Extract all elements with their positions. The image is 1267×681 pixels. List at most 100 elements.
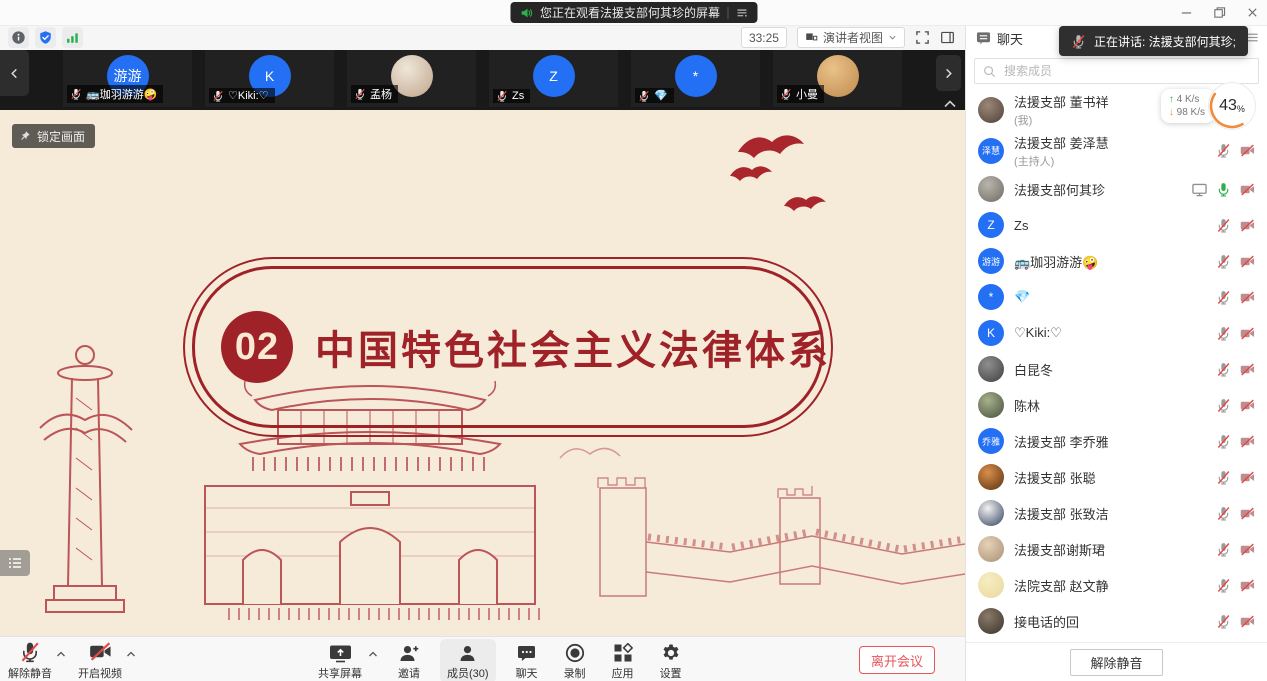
avatar: K — [978, 320, 1004, 346]
window-controls — [1180, 0, 1259, 25]
minimize-button[interactable] — [1180, 6, 1193, 19]
member-name: 🚌珈羽游游🤪 — [1014, 252, 1098, 271]
mic-on-icon — [1216, 182, 1231, 197]
member-status-icons — [1216, 542, 1255, 557]
share-screen-button[interactable]: 共享屏幕 — [318, 641, 362, 681]
invite-button[interactable]: 邀请 — [392, 641, 426, 681]
video-tile[interactable]: K♡Kiki:♡ — [205, 50, 334, 107]
upload-arrow-icon: ↑ — [1169, 94, 1174, 105]
member-row[interactable]: 法援支部何其珍 — [966, 171, 1267, 207]
member-row[interactable]: 泽慧法援支部 姜泽慧(主持人) — [966, 130, 1267, 171]
record-icon — [565, 643, 585, 663]
shared-screen-content: 锁定画面 02 中国特色社会主义法律体系 — [0, 110, 965, 636]
agenda-tab-button[interactable] — [0, 550, 30, 576]
member-row[interactable]: 白昆冬 — [966, 351, 1267, 387]
member-status-icons — [1216, 326, 1255, 341]
mic-off-icon — [496, 90, 508, 102]
member-status-icons — [1216, 434, 1255, 449]
member-row[interactable]: 法援支部 张致洁 — [966, 495, 1267, 531]
fullscreen-button[interactable] — [915, 30, 930, 45]
member-name: 陈林 — [1014, 396, 1040, 415]
member-list: 法援支部 董书祥(我) 泽慧法援支部 姜泽慧(主持人) 法援支部何其珍 ZZs游游🚌珈… — [966, 89, 1267, 643]
meeting-info-button[interactable] — [8, 27, 29, 48]
security-shield-icon[interactable] — [35, 27, 56, 48]
member-row[interactable]: 法援支部 张聪 — [966, 459, 1267, 495]
avatar — [978, 608, 1004, 634]
mic-off-icon — [1216, 434, 1231, 449]
watching-banner-text: 您正在观看法援支部何其珍的屏幕 — [540, 4, 720, 21]
mic-off-icon — [1071, 34, 1086, 49]
member-row[interactable]: *💎 — [966, 279, 1267, 315]
mic-off-icon — [1216, 218, 1231, 233]
member-name: 法援支部 姜泽慧 — [1014, 133, 1109, 152]
video-tile[interactable]: 游游🚌珈羽游游🤪 — [63, 50, 192, 107]
layout-icon — [805, 31, 818, 44]
member-row[interactable]: 法院支部 赵文静 — [966, 567, 1267, 603]
member-row[interactable]: 乔雅法援支部 李乔雅 — [966, 423, 1267, 459]
mic-options-caret[interactable] — [56, 651, 66, 658]
main-region: 33:25 演讲者视图 游游🚌珈羽游游🤪K♡Kiki:♡孟杨ZZs*💎 小曼 锁定… — [0, 25, 965, 681]
control-bar: 解除静音 开启视频 共享屏幕 邀请 — [0, 636, 965, 681]
camera-off-icon — [1240, 326, 1255, 341]
unmute-all-button[interactable]: 解除静音 — [1070, 649, 1162, 676]
member-name: 法援支部何其珍 — [1014, 180, 1105, 199]
member-status-icons — [1216, 614, 1255, 629]
chat-button[interactable]: 聊天 — [510, 641, 544, 681]
video-tile[interactable]: 小曼 — [773, 50, 902, 107]
view-mode-dropdown[interactable]: 演讲者视图 — [797, 27, 905, 48]
member-row[interactable]: 陈林 — [966, 387, 1267, 423]
member-row[interactable]: ZZs — [966, 207, 1267, 243]
meeting-toolbar: 33:25 演讲者视图 — [0, 25, 965, 50]
member-row[interactable]: 法援支部谢斯珺 — [966, 531, 1267, 567]
settings-button[interactable]: 设置 — [654, 641, 688, 681]
banner-menu-icon[interactable] — [735, 6, 748, 19]
mic-off-icon — [1216, 362, 1231, 377]
restore-button[interactable] — [1213, 6, 1226, 19]
share-screen-icon — [329, 644, 352, 663]
members-icon — [458, 644, 477, 663]
member-role: (我) — [1014, 112, 1109, 128]
member-role: (主持人) — [1014, 153, 1109, 169]
unmute-button[interactable]: 解除静音 — [8, 641, 52, 681]
camera-off-icon — [1240, 254, 1255, 269]
video-tile[interactable]: *💎 — [631, 50, 760, 107]
apps-button[interactable]: 应用 — [606, 641, 640, 681]
video-thumbnail-strip: 游游🚌珈羽游游🤪K♡Kiki:♡孟杨ZZs*💎 小曼 — [0, 50, 965, 110]
video-tile[interactable]: ZZs — [489, 50, 618, 107]
avatar — [978, 572, 1004, 598]
members-button[interactable]: 成员(30) — [440, 639, 496, 681]
collapse-strip-button[interactable] — [943, 99, 957, 109]
pin-view-button[interactable]: 锁定画面 — [12, 124, 95, 148]
search-input[interactable] — [1002, 63, 1250, 79]
panel-footer: 解除静音 — [966, 642, 1267, 681]
video-options-caret[interactable] — [126, 651, 136, 658]
member-row[interactable]: K♡Kiki:♡ — [966, 315, 1267, 351]
scroll-right-button[interactable] — [936, 55, 961, 91]
mic-off-icon — [1216, 470, 1231, 485]
share-options-caret[interactable] — [368, 651, 378, 658]
network-signal-icon[interactable] — [62, 27, 83, 48]
member-row[interactable]: 接电话的回 — [966, 603, 1267, 639]
leave-meeting-button[interactable]: 离开会议 — [859, 646, 935, 674]
side-panel-toggle[interactable] — [940, 30, 955, 45]
video-tile[interactable]: 孟杨 — [347, 50, 476, 107]
chat-tab[interactable]: 聊天 — [997, 29, 1023, 48]
pin-icon — [19, 130, 31, 142]
record-button[interactable]: 录制 — [558, 641, 592, 681]
member-name: 法援支部 董书祥 — [1014, 92, 1109, 111]
scroll-left-button[interactable] — [0, 50, 29, 96]
member-row[interactable]: 游游🚌珈羽游游🤪 — [966, 243, 1267, 279]
divider — [727, 7, 728, 19]
tile-name-label: 小曼 — [777, 85, 824, 103]
avatar — [978, 356, 1004, 382]
member-name: Zs — [1014, 218, 1028, 233]
camera-off-icon — [1240, 398, 1255, 413]
slide-title: 中国特色社会主义法律体系 — [315, 318, 831, 376]
camera-off-icon — [1240, 182, 1255, 197]
close-button[interactable] — [1246, 6, 1259, 19]
tile-name-label: ♡Kiki:♡ — [209, 88, 275, 103]
mic-off-icon — [1216, 143, 1231, 158]
start-video-button[interactable]: 开启视频 — [78, 641, 122, 681]
member-status-icons — [1216, 143, 1255, 158]
mic-off-icon — [1216, 506, 1231, 521]
